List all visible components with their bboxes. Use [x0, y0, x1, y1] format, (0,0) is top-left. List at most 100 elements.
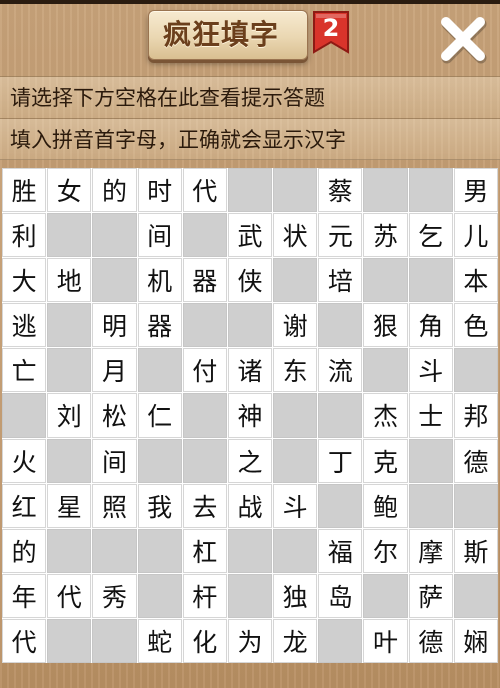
close-button[interactable]: [436, 12, 490, 66]
grid-cell[interactable]: 龙: [273, 618, 318, 663]
grid-cell[interactable]: 明: [92, 303, 137, 348]
grid-cell[interactable]: 去: [182, 483, 227, 528]
grid-cell[interactable]: 代: [47, 573, 92, 618]
grid-cell[interactable]: 战: [227, 483, 273, 528]
grid-cell[interactable]: 本: [453, 258, 498, 303]
grid-cell[interactable]: 狠: [363, 303, 408, 348]
top-strip: [0, 0, 500, 4]
grid-cell[interactable]: 岛: [318, 573, 363, 618]
grid-cell[interactable]: 元: [318, 213, 363, 258]
grid-cell[interactable]: 侠: [227, 258, 273, 303]
grid-cell[interactable]: 丁: [318, 438, 363, 483]
grid-cell-blank: [227, 528, 273, 573]
grid-cell[interactable]: 诸: [227, 348, 273, 393]
grid-cell-blank: [182, 213, 227, 258]
grid-cell[interactable]: 独: [273, 573, 318, 618]
grid-cell[interactable]: 大: [2, 258, 47, 303]
grid-cell-blank: [408, 168, 453, 213]
grid-cell[interactable]: 娴: [453, 618, 498, 663]
bottom-wood-edge: [0, 663, 500, 688]
grid-cell[interactable]: 邦: [453, 393, 498, 438]
grid-cell[interactable]: 月: [92, 348, 137, 393]
grid-cell[interactable]: 亡: [2, 348, 47, 393]
grid-cell[interactable]: 克: [363, 438, 408, 483]
grid-cell[interactable]: 照: [92, 483, 137, 528]
grid-cell[interactable]: 萨: [408, 573, 453, 618]
grid-cell[interactable]: 苏: [363, 213, 408, 258]
grid-cell-blank: [47, 348, 92, 393]
grid-cell[interactable]: 色: [453, 303, 498, 348]
grid-cell[interactable]: 时: [137, 168, 182, 213]
grid-cell-blank: [92, 618, 137, 663]
grid-cell[interactable]: 蛇: [137, 618, 182, 663]
grid-cell[interactable]: 付: [182, 348, 227, 393]
grid-cell-blank: [47, 618, 92, 663]
grid-cell[interactable]: 仁: [137, 393, 182, 438]
grid-cell[interactable]: 流: [318, 348, 363, 393]
grid-cell[interactable]: 士: [408, 393, 453, 438]
grid-cell-blank: [318, 483, 363, 528]
title-plaque: 疯狂填字: [148, 10, 308, 60]
grid-cell[interactable]: 鲍: [363, 483, 408, 528]
grid-cell-blank: [408, 483, 453, 528]
grid-cell[interactable]: 武: [227, 213, 273, 258]
grid-cell[interactable]: 秀: [92, 573, 137, 618]
grid-cell[interactable]: 杠: [182, 528, 227, 573]
grid-cell[interactable]: 刘: [47, 393, 92, 438]
grid-cell[interactable]: 杆: [182, 573, 227, 618]
grid-cell[interactable]: 谢: [273, 303, 318, 348]
grid-cell[interactable]: 松: [92, 393, 137, 438]
grid-cell[interactable]: 东: [273, 348, 318, 393]
grid-cell[interactable]: 逃: [2, 303, 47, 348]
grid-cell[interactable]: 斯: [453, 528, 498, 573]
grid-cell[interactable]: 斗: [408, 348, 453, 393]
grid-cell[interactable]: 蔡: [318, 168, 363, 213]
grid-cell[interactable]: 红: [2, 483, 47, 528]
grid-cell[interactable]: 器: [137, 303, 182, 348]
grid-cell[interactable]: 德: [408, 618, 453, 663]
grid-cell-blank: [182, 438, 227, 483]
grid-cell[interactable]: 神: [227, 393, 273, 438]
grid-cell-blank: [47, 303, 92, 348]
grid-cell[interactable]: 之: [227, 438, 273, 483]
grid-cell[interactable]: 化: [182, 618, 227, 663]
grid-cell[interactable]: 的: [2, 528, 47, 573]
grid-cell[interactable]: 我: [137, 483, 182, 528]
grid-cell[interactable]: 儿: [453, 213, 498, 258]
grid-cell[interactable]: 尔: [363, 528, 408, 573]
grid-cell[interactable]: 胜: [2, 168, 47, 213]
grid-cell[interactable]: 角: [408, 303, 453, 348]
grid-cell-blank: [182, 303, 227, 348]
grid-cell[interactable]: 年: [2, 573, 47, 618]
grid-cell[interactable]: 间: [92, 438, 137, 483]
grid-cell[interactable]: 杰: [363, 393, 408, 438]
grid-cell[interactable]: 男: [453, 168, 498, 213]
grid-cell[interactable]: 女: [47, 168, 92, 213]
grid-cell[interactable]: 器: [182, 258, 227, 303]
grid-cell[interactable]: 为: [227, 618, 273, 663]
grid-cell[interactable]: 代: [182, 168, 227, 213]
grid-cell[interactable]: 机: [137, 258, 182, 303]
grid-cell-blank: [92, 258, 137, 303]
grid-cell-blank: [2, 393, 47, 438]
grid-cell[interactable]: 斗: [273, 483, 318, 528]
grid-cell[interactable]: 叶: [363, 618, 408, 663]
grid-cell[interactable]: 德: [453, 438, 498, 483]
grid-cell-blank: [363, 348, 408, 393]
grid-cell[interactable]: 培: [318, 258, 363, 303]
hint-panel: 请选择下方空格在此查看提示答题 填入拼音首字母，正确就会显示汉字: [0, 76, 500, 160]
grid-cell[interactable]: 乞: [408, 213, 453, 258]
grid-cell[interactable]: 摩: [408, 528, 453, 573]
grid-cell[interactable]: 地: [47, 258, 92, 303]
grid-cell-blank: [273, 393, 318, 438]
grid-cell[interactable]: 的: [92, 168, 137, 213]
grid-cell[interactable]: 间: [137, 213, 182, 258]
grid-cell[interactable]: 火: [2, 438, 47, 483]
grid-cell[interactable]: 星: [47, 483, 92, 528]
grid-cell[interactable]: 利: [2, 213, 47, 258]
grid-cell-blank: [227, 573, 273, 618]
grid-cell[interactable]: 代: [2, 618, 47, 663]
grid-cell-blank: [47, 528, 92, 573]
grid-cell[interactable]: 福: [318, 528, 363, 573]
grid-cell[interactable]: 状: [273, 213, 318, 258]
